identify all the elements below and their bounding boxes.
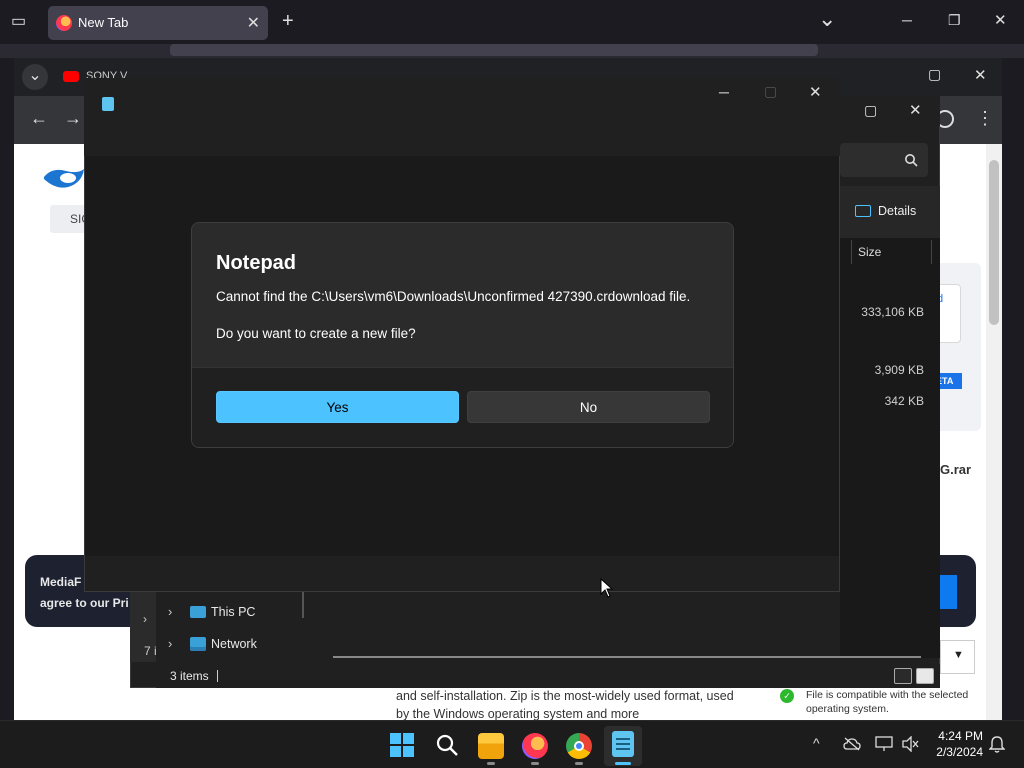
taskbar [0, 720, 1024, 768]
nav-item-this-pc[interactable]: This PC [211, 605, 255, 619]
notepad-close-button[interactable]: ✕ [809, 83, 822, 101]
mouse-cursor-icon [600, 578, 614, 598]
notepad-status-bar [85, 556, 839, 591]
details-pane-icon [855, 205, 871, 217]
running-indicator [575, 762, 583, 765]
file-size: 342 KB [884, 394, 924, 408]
firefox-url-bar[interactable] [170, 44, 818, 56]
no-button[interactable]: No [467, 391, 710, 423]
tab-title: New Tab [78, 15, 129, 30]
firefox-minimize-button[interactable]: ─ [902, 12, 912, 28]
notepad-message-dialog: Notepad Cannot find the C:\Users\vm6\Dow… [191, 222, 734, 448]
chrome-scrollbar-thumb[interactable] [989, 160, 999, 325]
tray-overflow-chevron-icon[interactable]: ^ [813, 735, 820, 751]
explorer-search-box[interactable] [840, 143, 928, 177]
clock-date[interactable]: 2/3/2024 [925, 745, 983, 759]
yes-button[interactable]: Yes [216, 391, 459, 423]
chrome-taskbar-icon[interactable] [566, 733, 592, 759]
tiles-view-icon[interactable] [916, 668, 934, 684]
clock-time[interactable]: 4:24 PM [925, 729, 983, 743]
volume-muted-icon[interactable] [901, 736, 919, 752]
explorer-close-button[interactable]: ✕ [909, 101, 922, 119]
notepad-app-icon [102, 97, 114, 111]
nav-pane-divider [302, 592, 304, 618]
firefox-close-button[interactable]: ✕ [994, 11, 1007, 29]
notepad-maximize-button[interactable]: ▢ [764, 83, 777, 100]
network-icon [190, 637, 206, 651]
mediafire-logo-icon [44, 169, 84, 188]
chrome-menu-icon[interactable]: ⋮ [976, 108, 994, 129]
notepad-minimize-button[interactable]: ─ [719, 84, 729, 100]
signin-button[interactable]: SIG [50, 205, 91, 233]
dialog-question: Do you want to create a new file? [216, 326, 416, 341]
nav-item-network[interactable]: Network [211, 637, 257, 651]
explorer-title-bar [840, 96, 940, 126]
new-tab-button[interactable]: + [282, 10, 294, 33]
file-size: 3,909 KB [874, 363, 924, 377]
firefox-icon [56, 15, 72, 31]
firefox-restore-button[interactable]: ❐ [948, 12, 961, 29]
running-indicator [531, 762, 539, 765]
compatibility-note: File is compatible with the selected ope… [806, 689, 969, 715]
running-indicator [487, 762, 495, 765]
expand-chevron-icon[interactable]: › [143, 612, 147, 626]
tab-close-icon[interactable]: ✕ [247, 13, 260, 33]
os-select-dropdown[interactable]: ▼ [940, 640, 975, 674]
expand-network-chevron-icon[interactable]: › [168, 636, 172, 651]
chrome-restore-button[interactable]: ▢ [928, 66, 941, 83]
active-indicator [615, 762, 631, 765]
column-divider [931, 240, 932, 264]
column-divider [851, 240, 852, 264]
start-button[interactable] [390, 733, 414, 757]
cookie-accept-button[interactable] [937, 575, 957, 609]
dialog-content: Notepad Cannot find the C:\Users\vm6\Dow… [192, 223, 733, 367]
search-icon [905, 154, 918, 167]
explorer-file-list [840, 238, 940, 658]
details-view-icon[interactable] [894, 668, 912, 684]
tab-overview-icon[interactable]: ▭ [11, 11, 26, 31]
search-taskbar-icon[interactable] [435, 733, 459, 757]
network-tray-icon[interactable] [875, 736, 893, 752]
this-pc-icon [190, 606, 206, 618]
chrome-close-button[interactable]: ✕ [974, 66, 987, 84]
explorer-status-bar [156, 664, 940, 688]
explorer-navigation-pane [156, 592, 306, 664]
status-item-count: 3 items [170, 669, 209, 683]
file-size: 333,106 KB [861, 305, 924, 319]
back-icon[interactable]: ← [30, 108, 48, 129]
size-column-header[interactable]: Size [858, 245, 881, 259]
notepad-taskbar-icon[interactable] [612, 731, 634, 757]
explorer-horizontal-scrollbar[interactable] [333, 656, 921, 658]
list-all-tabs-icon[interactable]: ⌄ [818, 6, 836, 32]
status-divider [217, 670, 218, 682]
chrome-tab-search-button[interactable]: ⌄ [22, 64, 48, 90]
expand-this-pc-chevron-icon[interactable]: › [168, 604, 172, 619]
file-name-fragment: G.rar [940, 462, 972, 477]
firefox-taskbar-icon[interactable] [522, 733, 548, 759]
forward-icon[interactable]: → [64, 108, 82, 129]
file-description: and self-installation. Zip is the most-w… [396, 689, 734, 721]
dialog-title: Notepad [216, 252, 296, 274]
onedrive-offline-icon[interactable] [843, 737, 861, 751]
notification-bell-icon[interactable] [989, 735, 1005, 753]
dialog-message: Cannot find the C:\Users\vm6\Downloads\U… [216, 289, 691, 304]
explorer-restore-button[interactable]: ▢ [864, 102, 877, 119]
youtube-icon [63, 71, 79, 82]
item-count-fragment: 7 i [144, 644, 157, 658]
file-explorer-taskbar-icon[interactable] [478, 733, 504, 759]
firefox-tab-new-tab[interactable]: New Tab ✕ [48, 6, 268, 40]
details-button[interactable]: Details [878, 204, 916, 218]
